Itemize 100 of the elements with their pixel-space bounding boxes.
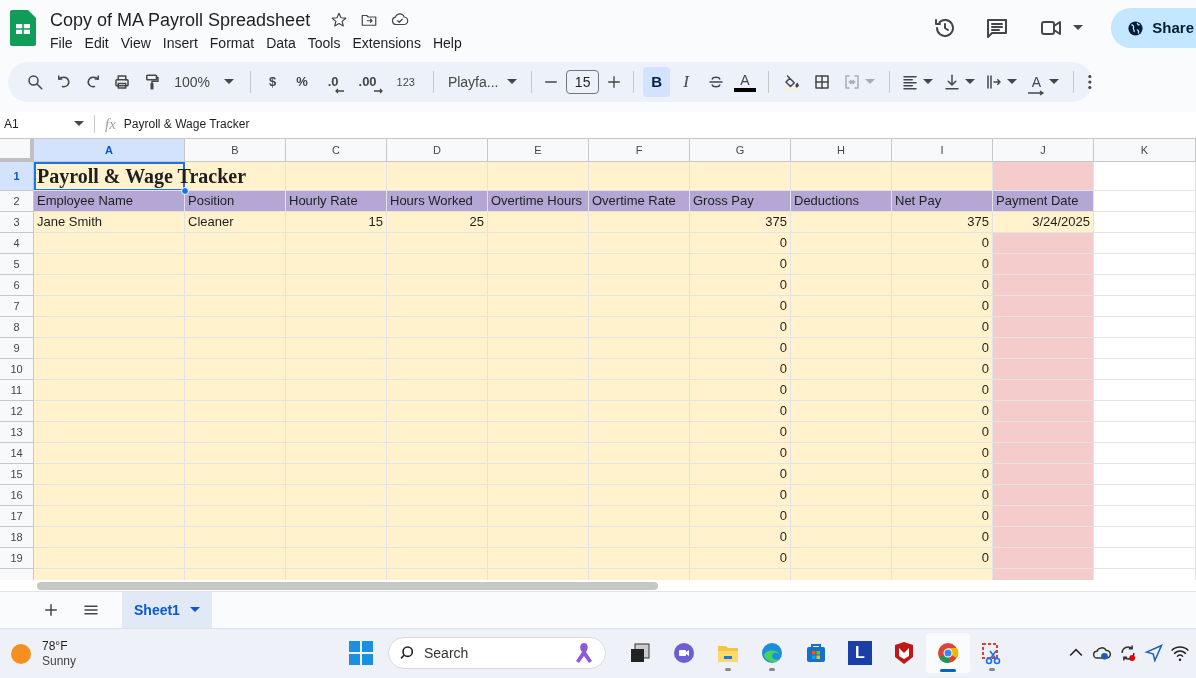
table-cell[interactable] xyxy=(791,443,892,464)
row-header[interactable]: 16 xyxy=(0,485,34,506)
name-box[interactable]: A1 xyxy=(0,115,88,133)
table-cell[interactable] xyxy=(791,233,892,254)
table-cell[interactable] xyxy=(1094,212,1196,233)
table-cell[interactable] xyxy=(387,380,488,401)
table-cell[interactable] xyxy=(488,527,589,548)
zoom-dropdown[interactable]: 100% xyxy=(166,68,242,96)
table-cell[interactable] xyxy=(589,485,690,506)
table-cell[interactable]: 0 xyxy=(690,233,791,254)
table-cell[interactable]: 0 xyxy=(690,527,791,548)
table-cell[interactable]: 15 xyxy=(286,212,387,233)
table-cell[interactable] xyxy=(34,464,185,485)
table-cell[interactable]: 0 xyxy=(690,548,791,569)
table-cell[interactable] xyxy=(286,162,387,191)
table-cell[interactable] xyxy=(488,359,589,380)
column-header[interactable]: K xyxy=(1094,139,1196,162)
font-dropdown[interactable]: Playfa... xyxy=(441,68,524,96)
column-header[interactable]: J xyxy=(993,139,1094,162)
table-cell[interactable] xyxy=(488,233,589,254)
text-rotation-button[interactable]: A xyxy=(1023,68,1064,96)
table-cell[interactable]: Overtime Rate xyxy=(589,191,690,212)
chat-icon[interactable] xyxy=(672,641,696,665)
column-header[interactable]: A xyxy=(34,139,185,162)
table-cell[interactable]: 0 xyxy=(892,485,993,506)
store-icon[interactable] xyxy=(804,641,828,665)
table-cell[interactable] xyxy=(791,359,892,380)
table-cell[interactable]: 0 xyxy=(892,338,993,359)
table-cell[interactable]: 0 xyxy=(690,443,791,464)
table-cell[interactable]: Hourly Rate xyxy=(286,191,387,212)
table-cell[interactable] xyxy=(791,296,892,317)
table-cell[interactable]: 0 xyxy=(690,485,791,506)
row-header[interactable]: 1 xyxy=(0,162,34,191)
table-cell[interactable] xyxy=(34,296,185,317)
table-cell[interactable] xyxy=(387,422,488,443)
more-options-icon[interactable] xyxy=(1088,74,1092,90)
table-cell[interactable] xyxy=(1094,548,1196,569)
table-cell[interactable]: 0 xyxy=(892,464,993,485)
table-cell[interactable] xyxy=(488,443,589,464)
add-sheet-icon[interactable] xyxy=(42,601,60,619)
table-cell[interactable] xyxy=(791,338,892,359)
table-cell[interactable] xyxy=(589,317,690,338)
table-cell[interactable] xyxy=(286,485,387,506)
table-cell[interactable] xyxy=(993,296,1094,317)
table-cell[interactable] xyxy=(185,254,286,275)
menu-item[interactable]: File xyxy=(50,32,79,54)
table-cell[interactable] xyxy=(993,380,1094,401)
italic-button[interactable]: I xyxy=(672,67,700,97)
table-cell[interactable] xyxy=(185,359,286,380)
table-cell[interactable] xyxy=(791,485,892,506)
table-cell[interactable] xyxy=(791,527,892,548)
sheet-tab[interactable]: Sheet1 xyxy=(122,592,212,628)
table-cell[interactable]: 0 xyxy=(690,275,791,296)
row-header[interactable]: 2 xyxy=(0,191,34,212)
table-cell[interactable] xyxy=(387,443,488,464)
location-arrow-icon[interactable] xyxy=(1144,643,1164,663)
table-cell[interactable]: 0 xyxy=(892,506,993,527)
table-cell[interactable] xyxy=(1094,401,1196,422)
table-cell[interactable]: 0 xyxy=(690,254,791,275)
table-cell[interactable] xyxy=(589,275,690,296)
table-cell[interactable] xyxy=(791,380,892,401)
table-cell[interactable]: 0 xyxy=(690,401,791,422)
table-cell[interactable] xyxy=(791,275,892,296)
table-cell[interactable] xyxy=(993,527,1094,548)
table-cell[interactable] xyxy=(286,443,387,464)
table-cell[interactable] xyxy=(488,317,589,338)
share-button[interactable]: Share xyxy=(1111,8,1196,48)
table-cell[interactable] xyxy=(589,233,690,254)
table-cell[interactable] xyxy=(286,506,387,527)
table-cell[interactable] xyxy=(34,359,185,380)
table-cell[interactable] xyxy=(1094,443,1196,464)
table-cell[interactable] xyxy=(589,162,690,191)
table-cell[interactable]: 0 xyxy=(892,233,993,254)
increase-decimals-button[interactable]: .00 xyxy=(350,68,385,96)
table-cell[interactable]: 375 xyxy=(690,212,791,233)
table-cell[interactable] xyxy=(387,548,488,569)
table-cell[interactable] xyxy=(1094,464,1196,485)
table-cell[interactable] xyxy=(1094,338,1196,359)
table-cell[interactable]: 25 xyxy=(387,212,488,233)
text-color-button[interactable]: A xyxy=(731,67,759,97)
table-cell[interactable]: 0 xyxy=(892,380,993,401)
comment-icon[interactable] xyxy=(985,16,1010,40)
table-cell[interactable] xyxy=(286,464,387,485)
row-header[interactable]: 13 xyxy=(0,422,34,443)
table-cell[interactable] xyxy=(589,296,690,317)
table-cell[interactable] xyxy=(589,443,690,464)
row-header[interactable]: 5 xyxy=(0,254,34,275)
row-header[interactable]: 4 xyxy=(0,233,34,254)
table-cell[interactable] xyxy=(993,254,1094,275)
table-cell[interactable] xyxy=(185,296,286,317)
table-cell[interactable]: 0 xyxy=(690,359,791,380)
table-cell[interactable] xyxy=(1094,485,1196,506)
table-cell[interactable] xyxy=(286,317,387,338)
table-cell[interactable] xyxy=(488,380,589,401)
table-cell[interactable] xyxy=(387,254,488,275)
table-cell[interactable]: Position xyxy=(185,191,286,212)
table-cell[interactable] xyxy=(791,422,892,443)
table-cell[interactable] xyxy=(34,485,185,506)
table-cell[interactable] xyxy=(34,380,185,401)
table-cell[interactable] xyxy=(1094,359,1196,380)
